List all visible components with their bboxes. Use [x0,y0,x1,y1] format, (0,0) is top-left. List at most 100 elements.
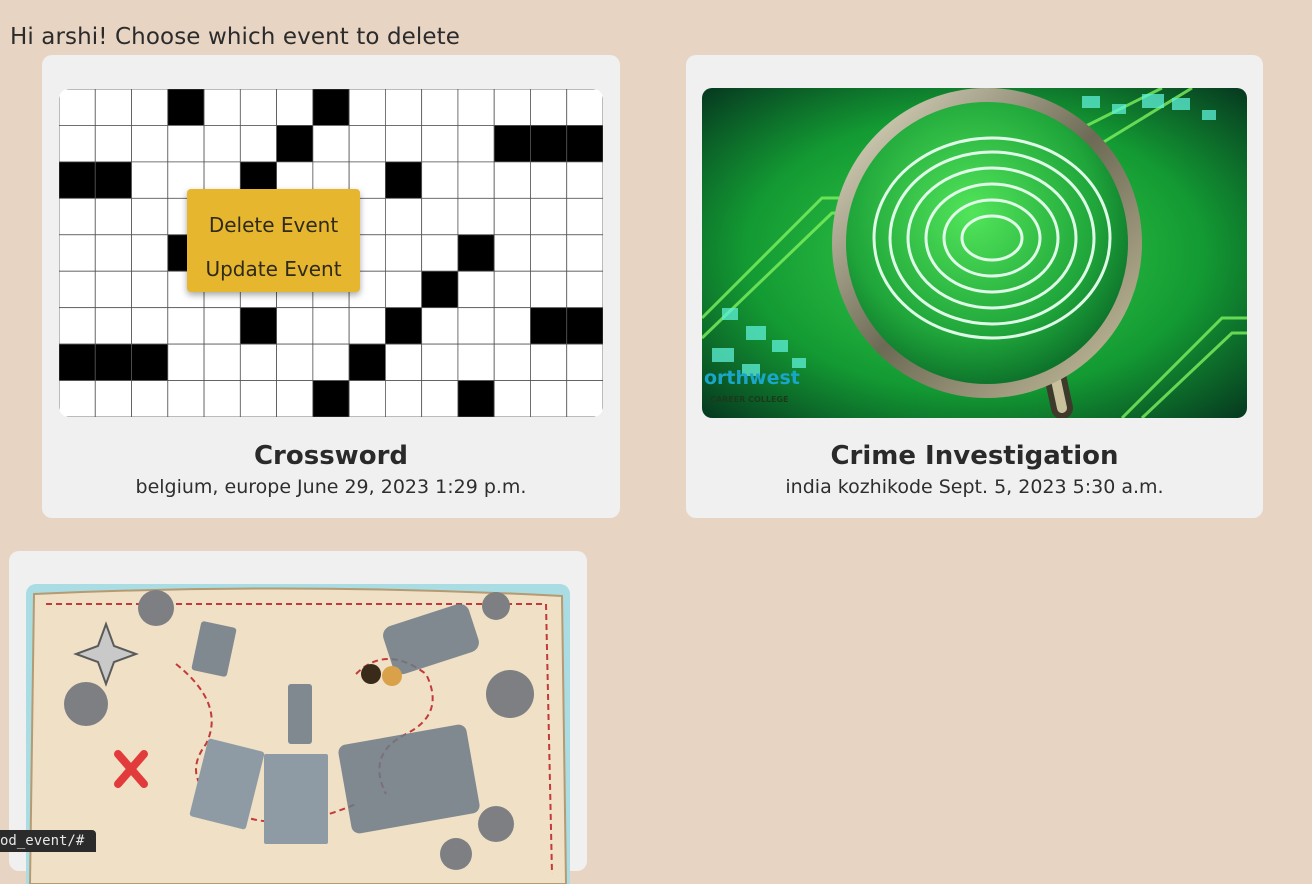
crossword-cell [493,270,531,309]
crossword-cell [312,343,350,381]
crossword-cell [566,270,603,309]
crossword-cell [566,307,603,345]
crossword-cell [203,307,241,345]
crossword-cell [94,89,132,126]
crossword-cell [59,89,96,126]
delete-event-button[interactable]: Delete Event [187,213,360,237]
crossword-cell [457,270,495,309]
crossword-cell [276,307,314,345]
crossword-cell [421,343,459,381]
crossword-cell [457,380,495,417]
crossword-cell [457,89,495,126]
crossword-cell [530,234,568,272]
fingerprint-magnifier-illustration: orthwest CAREER COLLEGE [702,88,1247,418]
event-title: Crime Investigation [830,441,1119,471]
crossword-cell [203,125,241,163]
crossword-cell [348,89,386,126]
crossword-cell [131,125,169,163]
update-event-button[interactable]: Update Event [187,257,360,281]
crossword-cell [59,307,96,345]
crossword-cell [239,89,277,126]
crossword-cell [421,307,459,345]
crossword-cell [131,307,169,345]
event-card-crime-investigation[interactable]: orthwest CAREER COLLEGE Crime Investigat… [686,55,1263,518]
crossword-cell [457,197,495,236]
crossword-cell [239,343,277,381]
crossword-cell [348,343,386,381]
crossword-cell [312,307,350,345]
treasure-map-image[interactable] [26,584,570,884]
crossword-cell [384,234,423,272]
crossword-cell [384,89,423,126]
crossword-cell [421,380,459,417]
crossword-cell [384,125,423,163]
crossword-cell [59,125,96,163]
event-meta: belgium, europe June 29, 2023 1:29 p.m. [135,476,527,498]
crossword-cell [167,343,205,381]
crossword-cell [421,125,459,163]
crossword-cell [348,380,386,417]
crossword-cell [239,380,277,417]
crossword-cell [59,380,96,417]
treasure-map-illustration [26,584,570,884]
crossword-cell [131,89,169,126]
crossword-cell [384,343,423,381]
crossword-cell [530,197,568,236]
crossword-cell [131,234,169,272]
crossword-cell [94,234,132,272]
crossword-cell [348,307,386,345]
crossword-cell [59,270,96,309]
crossword-cell [59,343,96,381]
crossword-cell [276,343,314,381]
crossword-cell [421,89,459,126]
crossword-cell [384,161,423,199]
crossword-cell [530,89,568,126]
crossword-cell [59,161,96,199]
status-bar-url: od_event/# [0,830,97,852]
crossword-cell [384,197,423,236]
crossword-cell [384,307,423,345]
crossword-cell [493,380,531,417]
crossword-cell [530,307,568,345]
crossword-cell [421,234,459,272]
crossword-cell [566,161,603,199]
crossword-cell [312,125,350,163]
crossword-cell [530,380,568,417]
crossword-cell [239,307,277,345]
crossword-cell [167,125,205,163]
crossword-cell [530,343,568,381]
crossword-cell [94,380,132,417]
crossword-cell [566,234,603,272]
crossword-cell [94,307,132,345]
event-card-treasure-hunt[interactable] [9,551,587,884]
event-title: Crossword [253,441,409,471]
crossword-cell [493,89,531,126]
crossword-cell [59,197,96,236]
greeting-text: Hi arshi! Choose which event to delete [10,24,461,50]
watermark-text: orthwest [704,367,800,389]
crossword-cell [530,270,568,309]
crossword-cell [167,380,205,417]
crossword-cell [203,380,241,417]
crossword-cell [421,161,459,199]
crossword-cell [131,380,169,417]
crossword-cell [566,380,603,417]
crossword-cell [94,270,132,309]
crossword-cell [59,234,96,272]
crossword-cell [203,89,241,126]
fingerprint-image[interactable]: orthwest CAREER COLLEGE [702,88,1247,418]
crossword-cell [566,197,603,236]
event-meta: india kozhikode Sept. 5, 2023 5:30 a.m. [785,476,1164,498]
crossword-cell [384,380,423,417]
crossword-cell [131,270,169,309]
crossword-cell [457,161,495,199]
crossword-cell [566,343,603,381]
watermark-subtext: CAREER COLLEGE [710,395,788,404]
crossword-cell [94,125,132,163]
crossword-cell [131,197,169,236]
crossword-cell [530,161,568,199]
crossword-cell [312,380,350,417]
crossword-cell [276,380,314,417]
crossword-cell [94,161,132,199]
crossword-cell [239,125,277,163]
